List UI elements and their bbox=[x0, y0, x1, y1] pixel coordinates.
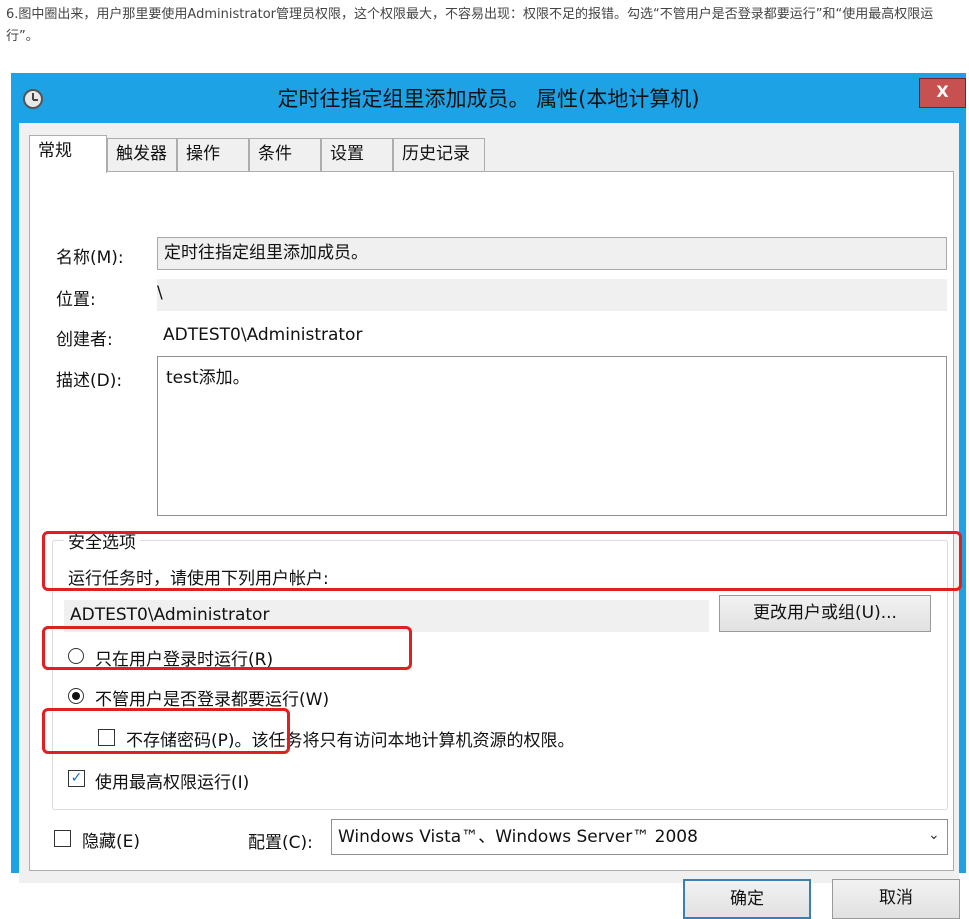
author-label: 创建者: bbox=[56, 330, 113, 350]
checkmark-icon: ✓ bbox=[70, 770, 83, 786]
article-instruction-text: 6.图中圈出来，用户那里要使用Administrator管理员权限，这个权限最大… bbox=[6, 7, 934, 44]
description-field[interactable]: test添加。 bbox=[157, 356, 947, 516]
tab-actions[interactable]: 操作 bbox=[177, 138, 249, 172]
tab-general[interactable]: 常规 bbox=[29, 135, 107, 173]
highlight-run-whether-logged-on bbox=[42, 626, 412, 670]
window-title: 定时往指定组里添加成员。 属性(本地计算机) bbox=[277, 87, 700, 111]
tab-history[interactable]: 历史记录 bbox=[393, 138, 485, 172]
highlight-highest-privileges bbox=[42, 708, 290, 754]
highest-privileges-checkbox[interactable]: ✓ bbox=[68, 770, 85, 787]
change-user-button[interactable]: 更改用户或组(U)... bbox=[719, 595, 931, 632]
tab-conditions[interactable]: 条件 bbox=[249, 138, 321, 172]
name-label: 名称(M): bbox=[56, 248, 124, 268]
run-whether-logged-on-radio[interactable] bbox=[68, 688, 84, 704]
name-field[interactable]: 定时往指定组里添加成员。 bbox=[157, 237, 947, 270]
configure-label: 配置(C): bbox=[248, 833, 313, 853]
run-whether-logged-on-label[interactable]: 不管用户是否登录都要运行(W) bbox=[95, 685, 329, 710]
hidden-checkbox[interactable] bbox=[54, 830, 71, 847]
description-label: 描述(D): bbox=[56, 371, 123, 391]
cancel-button[interactable]: 取消 bbox=[832, 879, 960, 919]
configure-select[interactable]: Windows Vista™、Windows Server™ 2008 bbox=[331, 819, 948, 855]
author-value: ADTEST0\Administrator bbox=[163, 325, 363, 345]
title-bar[interactable]: 定时往指定组里添加成员。 属性(本地计算机) X bbox=[11, 73, 966, 123]
general-tab-panel: 名称(M): 定时往指定组里添加成员。 位置: \ 创建者: ADTEST0\A… bbox=[29, 171, 960, 919]
hidden-label[interactable]: 隐藏(E) bbox=[82, 827, 140, 852]
close-button[interactable]: X bbox=[919, 78, 966, 108]
location-label: 位置: bbox=[56, 290, 96, 310]
tab-settings[interactable]: 设置 bbox=[321, 138, 393, 172]
ok-button[interactable]: 确定 bbox=[683, 879, 811, 919]
highlight-run-as-account bbox=[42, 531, 962, 591]
location-field: \ bbox=[157, 279, 947, 311]
chevron-down-icon[interactable]: ⌄ bbox=[928, 827, 940, 843]
dialog-client-area: 常规 触发器 操作 条件 设置 历史记录 名称(M): 定时往指定组里添加成员。… bbox=[19, 123, 960, 919]
highest-privileges-label[interactable]: 使用最高权限运行(I) bbox=[95, 768, 249, 793]
tab-triggers[interactable]: 触发器 bbox=[107, 138, 177, 172]
